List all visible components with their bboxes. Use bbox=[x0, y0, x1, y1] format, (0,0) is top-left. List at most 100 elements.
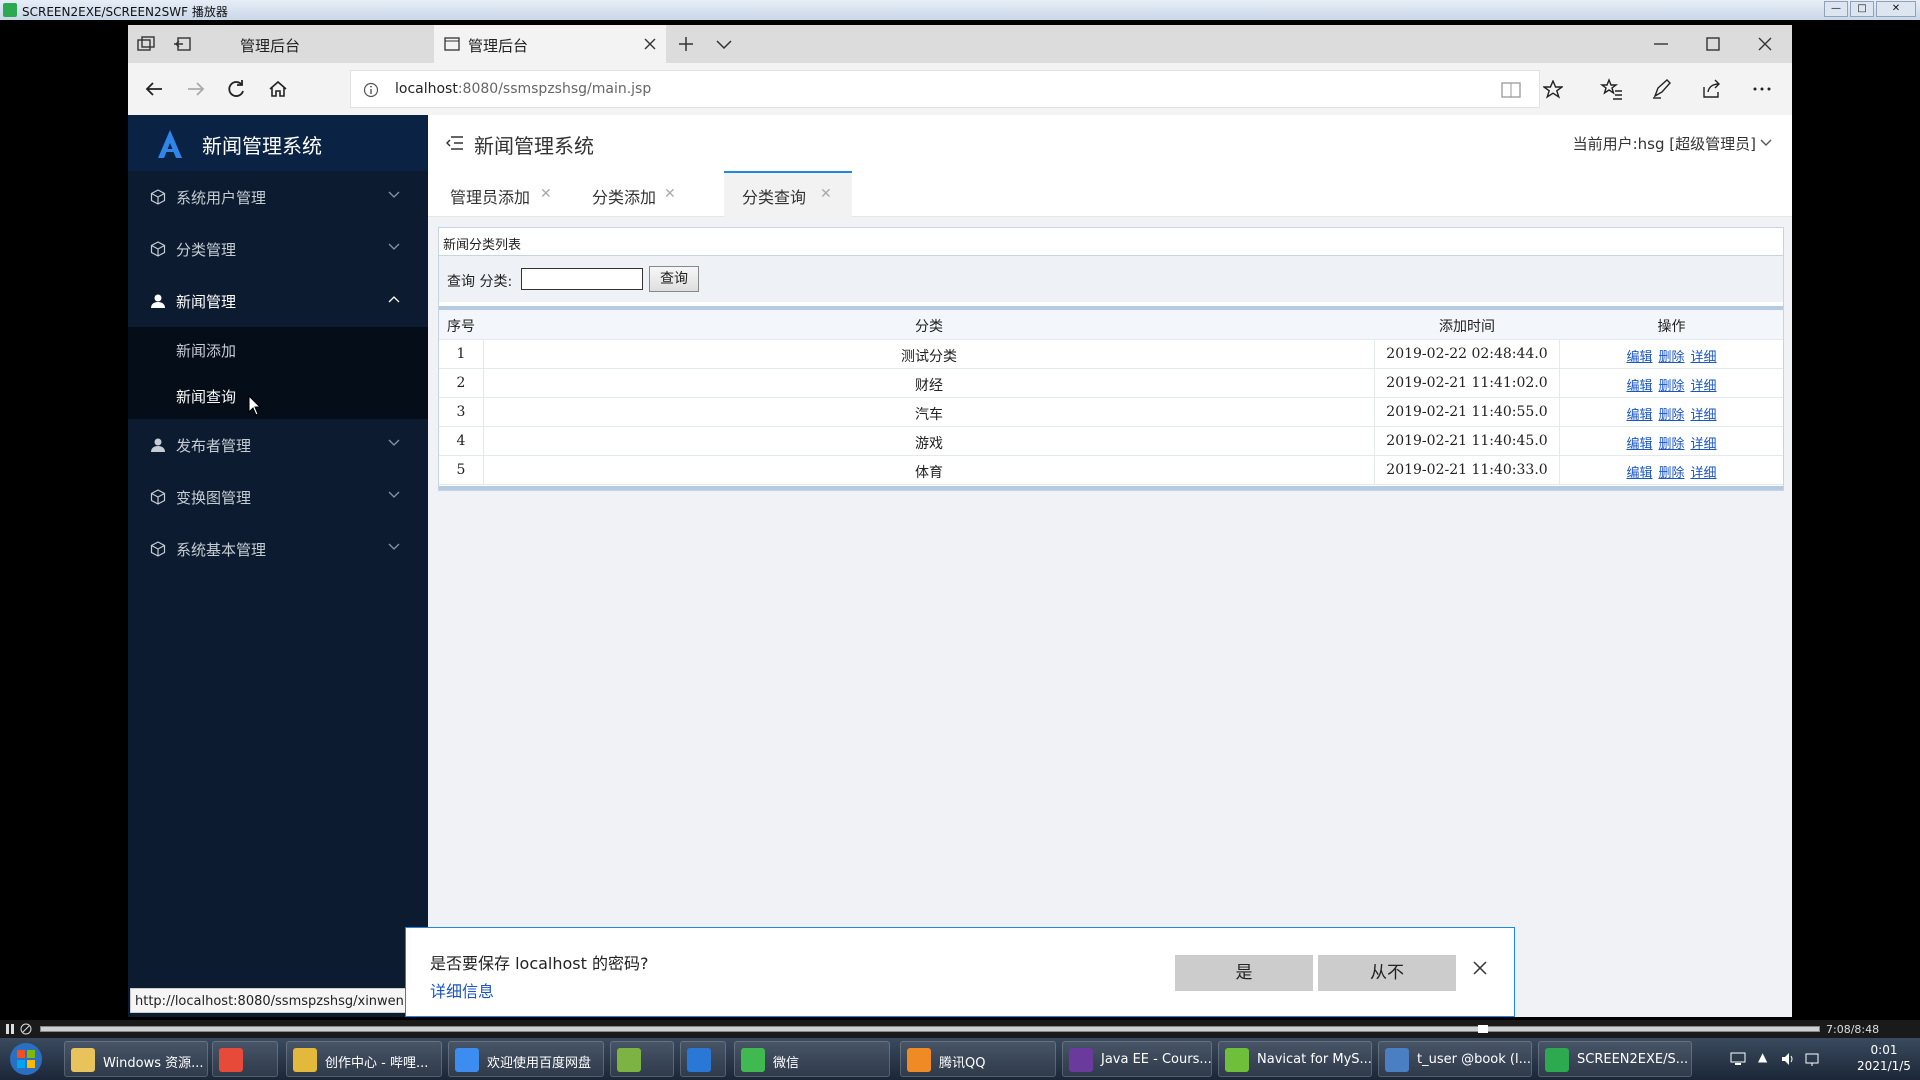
taskbar-item[interactable]: t_user @book (l... bbox=[1378, 1041, 1532, 1077]
player-title-bar: SCREEN2EXE/SCREEN2SWF 播放器 — □ ✕ bbox=[0, 0, 1920, 20]
delete-link[interactable]: 删除 bbox=[1658, 466, 1684, 481]
edit-link[interactable]: 编辑 bbox=[1626, 466, 1652, 481]
added-time: 2019-02-21 11:41:02.0 bbox=[1386, 375, 1548, 391]
reading-view-icon[interactable] bbox=[1501, 81, 1521, 99]
detail-link[interactable]: 详细 bbox=[1691, 437, 1717, 452]
chevron-down-icon[interactable] bbox=[716, 40, 732, 50]
pause-icon[interactable] bbox=[4, 1023, 16, 1035]
notes-pen-icon[interactable] bbox=[1650, 77, 1674, 101]
taskbar-item-label: t_user @book (l... bbox=[1417, 1052, 1531, 1067]
current-user[interactable]: 当前用户:hsg [超级管理员] bbox=[1573, 133, 1756, 154]
delete-link[interactable]: 删除 bbox=[1658, 379, 1684, 394]
taskbar-item[interactable]: Windows 资源... bbox=[64, 1041, 208, 1077]
detail-link[interactable]: 详细 bbox=[1691, 350, 1717, 365]
close-button[interactable]: ✕ bbox=[1876, 1, 1916, 17]
maximize-button[interactable]: □ bbox=[1850, 1, 1874, 17]
set-aside-tabs-icon[interactable] bbox=[172, 35, 192, 53]
taskbar-item[interactable] bbox=[680, 1041, 726, 1077]
sidebar-item-category[interactable]: 分类管理 bbox=[128, 223, 428, 275]
back-icon[interactable] bbox=[142, 77, 166, 101]
category-search-input[interactable] bbox=[521, 268, 643, 290]
app-icon bbox=[1385, 1048, 1409, 1072]
taskbar-item[interactable]: 创作中心 - 哔哩... bbox=[286, 1041, 442, 1077]
search-button[interactable]: 查询 bbox=[649, 266, 699, 292]
delete-link[interactable]: 删除 bbox=[1658, 408, 1684, 423]
detail-link[interactable]: 详细 bbox=[1691, 379, 1717, 394]
tab-admin-2[interactable]: 管理后台 bbox=[434, 25, 666, 63]
tab-admin-add[interactable]: 管理员添加 ✕ bbox=[428, 171, 570, 217]
taskbar-item[interactable]: 微信 bbox=[734, 1041, 890, 1077]
favorite-star-icon[interactable] bbox=[1543, 80, 1563, 100]
sidebar-subitem-news-add[interactable]: 新闻添加 bbox=[128, 327, 428, 373]
edit-link[interactable]: 编辑 bbox=[1626, 350, 1652, 365]
close-icon[interactable]: ✕ bbox=[664, 186, 676, 202]
minimize-icon[interactable] bbox=[1654, 43, 1668, 45]
save-password-yes-button[interactable]: 是 bbox=[1175, 955, 1313, 991]
browser-tab-bar: 管理后台 管理后台 bbox=[128, 25, 1792, 63]
url-path: :8080/ssmspzshsg/main.jsp bbox=[457, 81, 652, 97]
detail-link[interactable]: 详细 bbox=[1691, 466, 1717, 481]
tab-category-query[interactable]: 分类查询 ✕ bbox=[724, 171, 852, 217]
detail-link[interactable]: 详细 bbox=[1691, 408, 1717, 423]
sidebar-subitem-news-query[interactable]: 新闻查询 bbox=[128, 373, 428, 419]
row-actions: 编辑 删除 详细 bbox=[1560, 462, 1783, 481]
taskbar-item[interactable]: 欢迎使用百度网盘 bbox=[448, 1041, 604, 1077]
info-icon[interactable] bbox=[363, 82, 379, 98]
sidebar-item-system-basic[interactable]: 系统基本管理 bbox=[128, 523, 428, 575]
sidebar-item-slideshow[interactable]: 变换图管理 bbox=[128, 471, 428, 523]
action-center-icon[interactable] bbox=[1804, 1051, 1820, 1067]
taskbar-item[interactable] bbox=[212, 1041, 278, 1077]
delete-link[interactable]: 删除 bbox=[1658, 437, 1684, 452]
more-options-icon[interactable] bbox=[1750, 77, 1774, 101]
maximize-icon[interactable] bbox=[1706, 37, 1720, 51]
sidebar-item-system-users[interactable]: 系统用户管理 bbox=[128, 171, 428, 223]
taskbar-item[interactable]: Java EE - Cours... bbox=[1062, 1041, 1212, 1077]
brand: 新闻管理系统 bbox=[128, 115, 428, 171]
chevron-down-icon[interactable] bbox=[1760, 139, 1772, 147]
home-icon[interactable] bbox=[266, 77, 290, 101]
delete-link[interactable]: 删除 bbox=[1658, 350, 1684, 365]
sidebar-item-publisher[interactable]: 发布者管理 bbox=[128, 419, 428, 471]
close-icon[interactable] bbox=[1472, 960, 1488, 976]
volume-icon[interactable] bbox=[1780, 1051, 1796, 1067]
address-bar[interactable]: localhost:8080/ssmspzshsg/main.jsp bbox=[350, 70, 1563, 108]
row-number: 3 bbox=[456, 404, 466, 420]
sidebar-item-label: 分类管理 bbox=[176, 241, 237, 259]
page-tabs: 管理员添加 ✕ 分类添加 ✕ 分类查询 ✕ bbox=[428, 171, 1792, 217]
taskbar-item[interactable]: Navicat for MyS... bbox=[1218, 1041, 1372, 1077]
taskbar-item[interactable]: 腾讯QQ bbox=[900, 1041, 1056, 1077]
sidebar-item-news[interactable]: 新闻管理 bbox=[128, 275, 428, 327]
tab-label: 分类查询 bbox=[742, 188, 807, 207]
page-icon bbox=[444, 37, 460, 51]
share-icon[interactable] bbox=[1700, 77, 1724, 101]
network-icon[interactable] bbox=[1730, 1052, 1746, 1066]
taskbar-item[interactable]: SCREEN2EXE/S... bbox=[1538, 1041, 1692, 1077]
start-button-icon[interactable] bbox=[6, 1041, 46, 1077]
minimize-button[interactable]: — bbox=[1824, 1, 1848, 17]
stop-icon[interactable] bbox=[20, 1023, 32, 1035]
edit-link[interactable]: 编辑 bbox=[1626, 379, 1652, 394]
refresh-icon[interactable] bbox=[224, 77, 248, 101]
details-link[interactable]: 详细信息 bbox=[430, 978, 494, 1002]
favorites-hub-icon[interactable] bbox=[1600, 77, 1624, 101]
taskbar-item[interactable] bbox=[610, 1041, 674, 1077]
new-tab-icon[interactable] bbox=[678, 36, 694, 52]
seek-handle[interactable] bbox=[1478, 1025, 1488, 1033]
forward-icon[interactable] bbox=[184, 77, 208, 101]
save-password-never-button[interactable]: 从不 bbox=[1318, 955, 1456, 991]
tab-admin-1[interactable]: 管理后台 bbox=[218, 25, 434, 63]
seek-bar[interactable] bbox=[40, 1025, 1820, 1033]
close-tab-icon[interactable] bbox=[644, 38, 656, 50]
taskbar-item-label: 微信 bbox=[773, 1056, 800, 1071]
close-icon[interactable]: ✕ bbox=[540, 186, 552, 202]
close-icon[interactable]: ✕ bbox=[820, 186, 832, 202]
close-window-icon[interactable] bbox=[1758, 37, 1772, 51]
menu-fold-icon[interactable] bbox=[446, 135, 464, 151]
edit-link[interactable]: 编辑 bbox=[1626, 437, 1652, 452]
tab-category-add[interactable]: 分类添加 ✕ bbox=[570, 171, 718, 217]
edit-link[interactable]: 编辑 bbox=[1626, 408, 1652, 423]
system-clock[interactable]: 0:01 2021/1/5 bbox=[1852, 1042, 1916, 1074]
taskbar-item-label: Java EE - Cours... bbox=[1101, 1052, 1212, 1067]
show-hidden-icons-icon[interactable]: ▲ bbox=[1758, 1050, 1767, 1064]
tab-preview-icon[interactable] bbox=[136, 35, 156, 53]
